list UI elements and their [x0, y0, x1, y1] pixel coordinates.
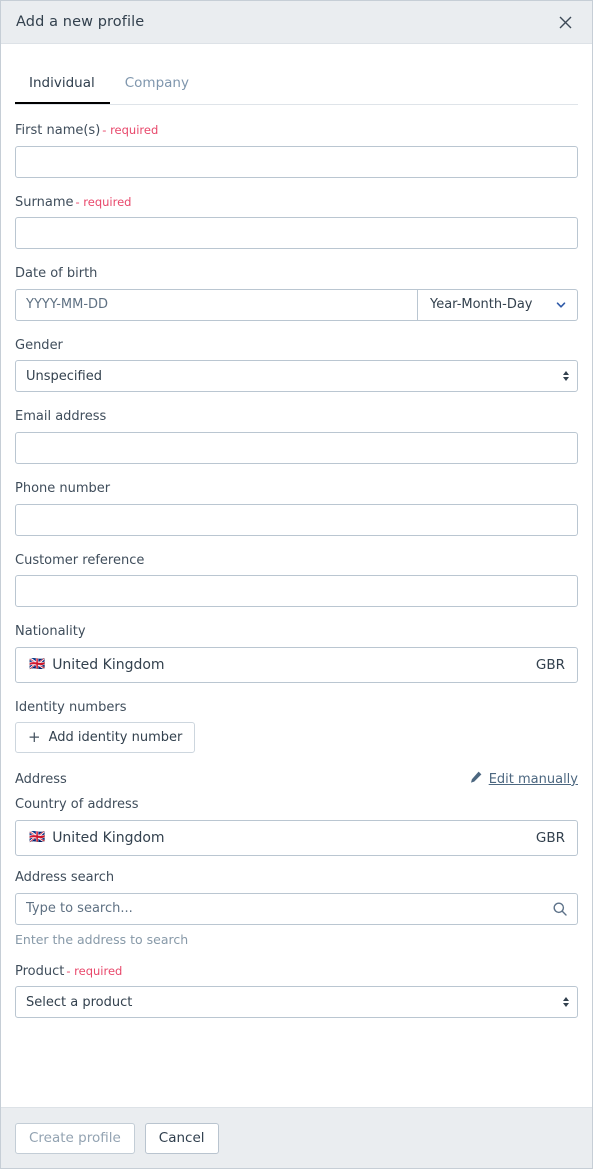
- field-email: Email address: [15, 409, 578, 464]
- address-section: Address Edit manually Country of address…: [15, 770, 578, 856]
- date-of-birth-input[interactable]: [15, 288, 418, 321]
- first-name-label: First name(s) - required: [15, 123, 159, 138]
- gender-selected-value: Unspecified: [26, 368, 102, 384]
- field-nationality: Nationality 🇬🇧 United Kingdom GBR: [15, 624, 578, 683]
- surname-input[interactable]: [15, 217, 578, 250]
- nationality-country-code: GBR: [535, 656, 565, 673]
- first-name-required-flag: - required: [102, 123, 159, 137]
- add-identity-number-button[interactable]: + Add identity number: [15, 722, 196, 754]
- nationality-value: 🇬🇧 United Kingdom: [29, 657, 536, 673]
- field-identity-numbers: Identity numbers + Add identity number: [15, 700, 578, 754]
- nationality-country-name: United Kingdom: [52, 656, 165, 673]
- gender-label: Gender: [15, 337, 63, 353]
- surname-label: Surname - required: [15, 194, 132, 210]
- country-of-address-code: GBR: [535, 829, 565, 846]
- nationality-select[interactable]: 🇬🇧 United Kingdom GBR: [15, 646, 578, 683]
- product-label: Product - required: [15, 963, 123, 979]
- dialog-title: Add a new profile: [16, 14, 145, 30]
- uk-flag-icon: 🇬🇧: [29, 830, 46, 846]
- pencil-icon: [469, 770, 483, 788]
- customer-reference-field[interactable]: [15, 575, 578, 608]
- address-search-input[interactable]: [15, 892, 578, 925]
- address-search-label: Address search: [15, 869, 115, 885]
- plus-icon: +: [28, 727, 41, 746]
- add-identity-number-label: Add identity number: [48, 730, 183, 746]
- first-name-input[interactable]: [15, 145, 578, 178]
- email-field[interactable]: [15, 431, 578, 464]
- country-of-address-select[interactable]: 🇬🇧 United Kingdom GBR: [15, 819, 578, 856]
- address-section-header: Address Edit manually: [15, 770, 578, 788]
- customer-reference-label: Customer reference: [15, 552, 145, 568]
- phone-field[interactable]: [15, 503, 578, 536]
- tab-individual-label: Individual: [29, 74, 95, 91]
- identity-numbers-label: Identity numbers: [15, 699, 127, 715]
- edit-manually-label: Edit manually: [488, 771, 578, 787]
- field-address-search: Address search Enter the address to sear…: [15, 870, 578, 947]
- address-section-title: Address: [15, 771, 67, 787]
- profile-type-tabs: Individual Company: [1, 44, 592, 105]
- tab-individual[interactable]: Individual: [15, 74, 110, 105]
- country-of-address-value: 🇬🇧 United Kingdom: [29, 830, 536, 846]
- date-format-dropdown[interactable]: Year-Month-Day: [418, 288, 578, 321]
- date-of-birth-label: Date of birth: [15, 266, 98, 282]
- address-search-help-text: Enter the address to search: [15, 931, 189, 947]
- field-date-of-birth: Date of birth Year-Month-Day: [15, 266, 578, 321]
- field-gender: Gender Unspecified: [15, 338, 578, 393]
- product-required-flag: - required: [66, 963, 123, 978]
- dialog-footer: Create profile Cancel: [1, 1107, 592, 1168]
- field-customer-reference: Customer reference: [15, 553, 578, 608]
- product-selected-value: Select a product: [26, 994, 133, 1010]
- country-of-address-label: Country of address: [15, 797, 139, 813]
- surname-required-flag: - required: [75, 194, 132, 209]
- dialog-header: Add a new profile: [1, 1, 592, 44]
- email-label: Email address: [15, 409, 107, 425]
- create-profile-button[interactable]: Create profile: [15, 1122, 135, 1154]
- field-phone: Phone number: [15, 481, 578, 536]
- add-profile-dialog: Add a new profile Individual Company Fir…: [0, 0, 593, 1169]
- date-format-value: Year-Month-Day: [430, 297, 533, 313]
- profile-form: First name(s) - required Surname - require…: [1, 105, 592, 1107]
- tab-company-label: Company: [124, 74, 189, 91]
- chevron-down-icon: [555, 299, 567, 311]
- phone-label: Phone number: [15, 480, 111, 496]
- field-product: Product - required Select a product: [15, 964, 578, 1019]
- close-icon[interactable]: [552, 9, 578, 35]
- nationality-label: Nationality: [15, 624, 86, 640]
- edit-manually-link[interactable]: Edit manually: [469, 770, 578, 788]
- uk-flag-icon: 🇬🇧: [29, 657, 46, 673]
- field-first-name: First name(s) - required: [15, 123, 578, 178]
- country-of-address-name: United Kingdom: [52, 829, 165, 846]
- tabs-divider: [15, 104, 578, 105]
- tab-company[interactable]: Company: [110, 74, 204, 105]
- field-surname: Surname - required: [15, 195, 578, 250]
- product-select[interactable]: Select a product: [15, 986, 578, 1019]
- cancel-button[interactable]: Cancel: [144, 1122, 219, 1154]
- gender-select[interactable]: Unspecified: [15, 360, 578, 393]
